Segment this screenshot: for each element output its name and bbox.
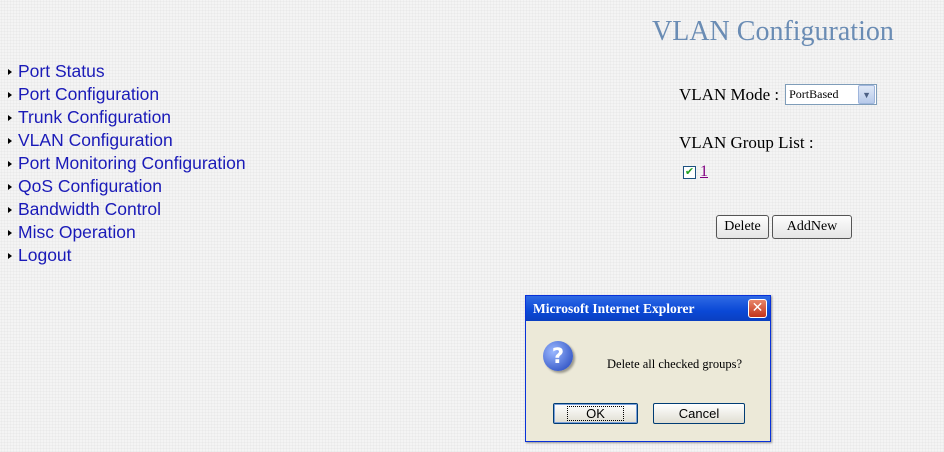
- dialog-titlebar[interactable]: Microsoft Internet Explorer: [526, 296, 770, 321]
- nav-item-qos-configuration[interactable]: QoS Configuration: [6, 175, 246, 198]
- dialog-message: Delete all checked groups?: [607, 357, 743, 371]
- nav-item-label: QoS Configuration: [18, 176, 162, 196]
- nav-item-port-status[interactable]: Port Status: [6, 60, 246, 83]
- bullet-icon: [8, 207, 12, 213]
- vlan-mode-row: VLAN Mode : PortBased ▼: [679, 84, 878, 105]
- nav-item-label: VLAN Configuration: [18, 130, 173, 150]
- bullet-icon: [8, 161, 12, 167]
- nav-item-vlan-configuration[interactable]: VLAN Configuration: [6, 129, 246, 152]
- bullet-icon: [8, 138, 12, 144]
- bullet-icon: [8, 253, 12, 259]
- dialog-title: Microsoft Internet Explorer: [533, 300, 695, 316]
- nav-item-label: Trunk Configuration: [18, 107, 172, 127]
- question-icon: ?: [543, 341, 573, 371]
- vlan-group-item: ✔ 1: [683, 163, 708, 181]
- nav-item-label: Port Monitoring Configuration: [18, 153, 246, 173]
- ok-label: OK: [567, 406, 624, 421]
- nav-item-trunk-configuration[interactable]: Trunk Configuration: [6, 106, 246, 129]
- nav-item-label: Port Configuration: [18, 84, 160, 104]
- close-icon[interactable]: ✕: [748, 299, 767, 318]
- nav-item-label: Logout: [18, 245, 72, 265]
- group-checkbox[interactable]: ✔: [683, 165, 696, 179]
- nav-item-logout[interactable]: Logout: [6, 244, 246, 267]
- ok-button[interactable]: OK: [553, 403, 638, 424]
- nav-item-port-monitoring[interactable]: Port Monitoring Configuration: [6, 152, 246, 175]
- group-link[interactable]: 1: [700, 163, 708, 181]
- nav-item-bandwidth-control[interactable]: Bandwidth Control: [6, 198, 246, 221]
- bullet-icon: [8, 115, 12, 121]
- vlan-mode-label: VLAN Mode :: [679, 84, 780, 104]
- vlan-group-list-label: VLAN Group List :: [679, 133, 814, 152]
- chevron-down-icon[interactable]: ▼: [858, 85, 876, 104]
- nav-item-misc-operation[interactable]: Misc Operation: [6, 221, 246, 244]
- bullet-icon: [8, 230, 12, 236]
- bullet-icon: [8, 184, 12, 190]
- vlan-mode-value: PortBased: [789, 87, 839, 101]
- confirm-dialog: Microsoft Internet Explorer ✕ ? Delete a…: [525, 295, 771, 442]
- page-title: VLAN Configuration: [652, 16, 894, 47]
- cancel-button[interactable]: Cancel: [653, 403, 745, 424]
- main-nav: Port Status Port Configuration Trunk Con…: [6, 60, 246, 267]
- cancel-label: Cancel: [678, 406, 720, 421]
- bullet-icon: [8, 92, 12, 98]
- vlan-mode-select[interactable]: PortBased ▼: [785, 84, 878, 105]
- bullet-icon: [8, 69, 12, 75]
- nav-item-label: Bandwidth Control: [18, 199, 161, 219]
- delete-button[interactable]: Delete: [716, 215, 769, 239]
- nav-item-label: Port Status: [18, 61, 105, 81]
- nav-item-port-configuration[interactable]: Port Configuration: [6, 83, 246, 106]
- addnew-button[interactable]: AddNew: [772, 215, 852, 239]
- nav-item-label: Misc Operation: [18, 222, 136, 242]
